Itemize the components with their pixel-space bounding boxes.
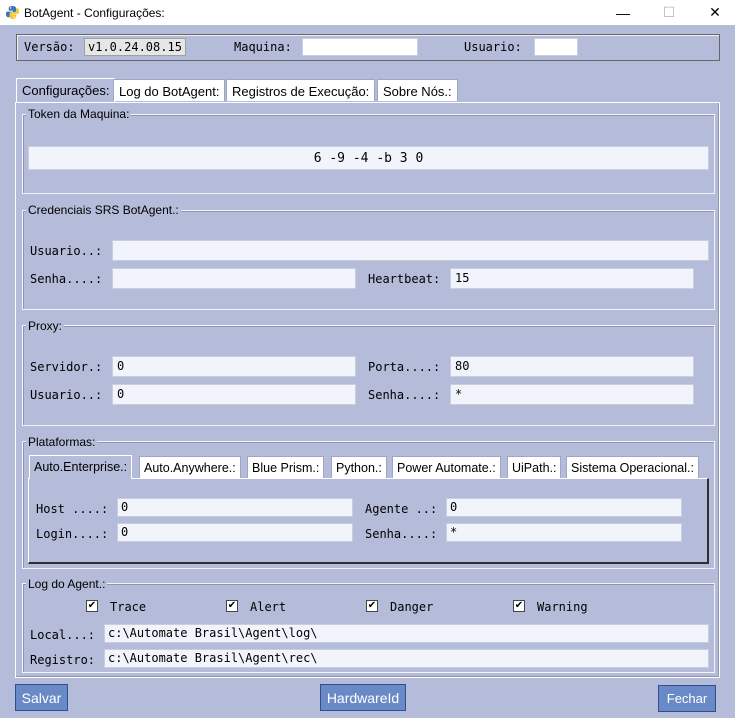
proxy-server-label: Servidor.: — [30, 360, 103, 374]
log-local-field[interactable]: c:\Automate Brasil\Agent\log\ — [104, 624, 709, 643]
proxy-port-field[interactable]: 80 — [450, 356, 694, 377]
heartbeat-label: Heartbeat: — [368, 272, 441, 286]
tab-auto-enterprise[interactable]: Auto.Enterprise.: — [29, 455, 133, 479]
tab-sobre-nos[interactable]: Sobre Nós.: — [377, 79, 458, 101]
hardware-id-button[interactable]: HardwareId — [320, 684, 406, 711]
version-label: Versão: — [24, 40, 75, 54]
host-field[interactable]: 0 — [117, 498, 353, 517]
token-group-title: Token da Maquina: — [26, 107, 132, 121]
python-app-icon — [5, 5, 20, 20]
host-label: Host ....: — [36, 502, 109, 516]
credentials-user-field[interactable] — [112, 240, 709, 261]
window-title: BotAgent - Configurações: — [24, 6, 165, 20]
proxy-port-label: Porta....: — [368, 360, 441, 374]
trace-label: Trace — [110, 600, 147, 614]
proxy-password-field[interactable]: * — [450, 384, 694, 405]
credentials-user-label: Usuario..: — [30, 244, 103, 258]
machine-token-field[interactable]: 6 -9 -4 -b 3 0 — [28, 146, 709, 170]
credentials-password-label: Senha....: — [30, 272, 103, 286]
alert-checkbox[interactable]: ✔ — [226, 600, 238, 612]
log-registry-label: Registro: — [30, 653, 96, 667]
tab-configuracoes[interactable]: Configurações: — [16, 78, 116, 102]
user-value — [534, 38, 578, 56]
danger-checkbox[interactable]: ✔ — [366, 600, 378, 612]
warning-checkbox[interactable]: ✔ — [513, 600, 525, 612]
close-button[interactable]: Fechar — [658, 685, 716, 712]
proxy-user-field[interactable]: 0 — [112, 384, 356, 405]
tab-power-automate[interactable]: Power Automate.: — [392, 456, 501, 478]
platform-password-label: Senha....: — [365, 527, 438, 541]
tab-log-botagent[interactable]: Log do BotAgent: — [113, 79, 226, 101]
machine-label: Maquina: — [234, 40, 292, 54]
user-label: Usuario: — [464, 40, 522, 54]
tab-sistema-operacional[interactable]: Sistema Operacional.: — [566, 456, 699, 478]
machine-value — [302, 38, 418, 56]
tab-auto-anywhere[interactable]: Auto.Anywhere.: — [139, 456, 241, 478]
trace-checkbox[interactable]: ✔ — [86, 600, 98, 612]
login-label: Login....: — [36, 527, 109, 541]
credentials-group-title: Credenciais SRS BotAgent.: — [26, 203, 181, 217]
warning-label: Warning — [537, 600, 588, 614]
platform-tab-panel — [28, 478, 709, 564]
log-group-title: Log do Agent.: — [26, 577, 108, 591]
minimize-button[interactable]: — — [600, 0, 646, 25]
close-window-button[interactable]: ✕ — [692, 0, 735, 25]
version-value: v1.0.24.08.15 — [84, 38, 186, 56]
maximize-button[interactable]: ☐ — [646, 0, 692, 25]
proxy-group-title: Proxy: — [26, 319, 65, 333]
tab-registros-execucao[interactable]: Registros de Execução: — [226, 79, 376, 101]
proxy-user-label: Usuario..: — [30, 388, 103, 402]
proxy-server-field[interactable]: 0 — [112, 356, 356, 377]
save-button[interactable]: Salvar — [15, 684, 68, 711]
tab-uipath[interactable]: UiPath.: — [507, 456, 562, 478]
tab-blue-prism[interactable]: Blue Prism.: — [247, 456, 325, 478]
danger-label: Danger — [390, 600, 434, 614]
platforms-group-title: Plataformas: — [26, 435, 98, 449]
proxy-password-label: Senha....: — [368, 388, 441, 402]
heartbeat-field[interactable]: 15 — [450, 268, 694, 289]
agent-label: Agente ..: — [365, 502, 438, 516]
log-local-label: Local...: — [30, 628, 96, 642]
agent-field[interactable]: 0 — [446, 498, 682, 517]
platform-password-field[interactable]: * — [446, 523, 682, 542]
tab-python[interactable]: Python.: — [331, 456, 387, 478]
log-registry-field[interactable]: c:\Automate Brasil\Agent\rec\ — [104, 649, 709, 668]
alert-label: Alert — [250, 600, 287, 614]
credentials-password-field[interactable] — [112, 268, 356, 289]
title-bar: BotAgent - Configurações: — ☐ ✕ — [0, 0, 735, 25]
login-field[interactable]: 0 — [117, 523, 353, 542]
